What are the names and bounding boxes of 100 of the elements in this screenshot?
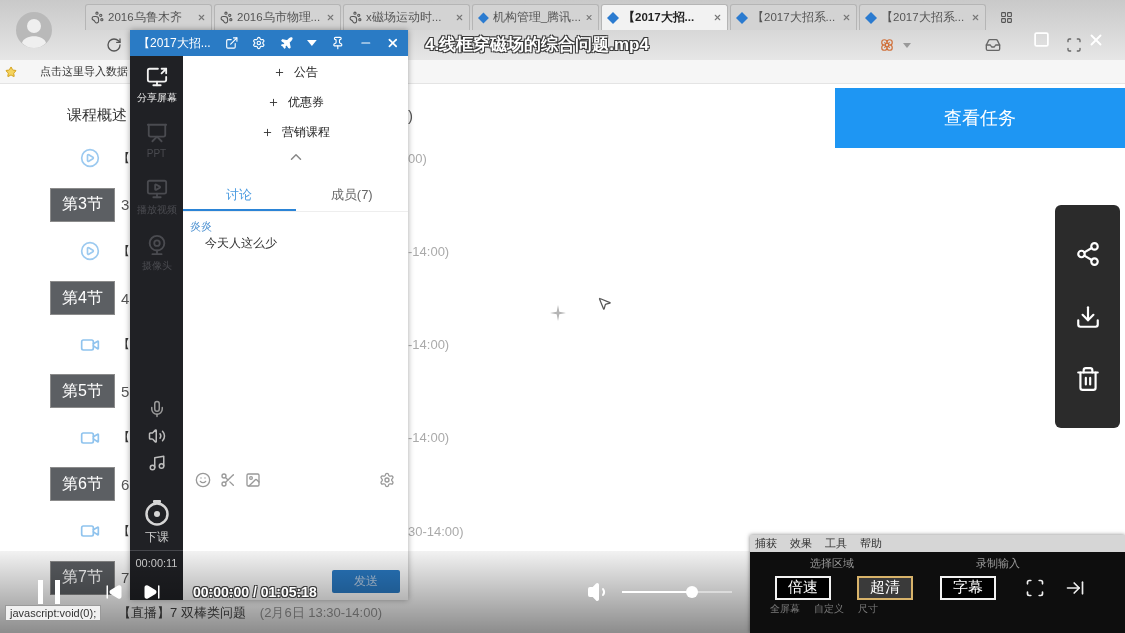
area-option[interactable]: 全屏幕 [770, 602, 800, 616]
browser-tab[interactable]: 【2017大招... [601, 4, 728, 30]
browser-tab[interactable]: x磁场运动时... [343, 4, 470, 30]
section-number: 5 [121, 382, 130, 400]
music-icon[interactable] [147, 454, 166, 472]
add-item-button[interactable]: 公告 [269, 57, 322, 87]
volume-thumb[interactable] [686, 586, 699, 598]
heading-tail-text: ) [408, 106, 413, 124]
browser-tab[interactable]: 【2017大招系... [730, 4, 857, 30]
diamond-icon [607, 11, 619, 24]
plus-icon [261, 126, 273, 138]
lesson-title[interactable]: 【直播】7 双棒类问题 [118, 603, 246, 622]
star-icon[interactable] [5, 65, 17, 78]
browser-tab[interactable]: 机构管理_腾讯... [472, 4, 599, 30]
lesson-title[interactable]: 【 [118, 149, 130, 167]
add-item-button[interactable]: 优惠券 [263, 87, 328, 117]
add-item-button[interactable]: 营销课程 [257, 117, 334, 147]
pin-icon[interactable] [331, 36, 345, 50]
scan-icon[interactable] [1066, 37, 1082, 53]
lesson-title[interactable]: 【 [118, 522, 130, 540]
screen-share-icon [145, 66, 168, 88]
download-icon[interactable] [1074, 303, 1101, 330]
flower-icon[interactable] [880, 38, 894, 52]
paw-icon [220, 11, 233, 24]
frame-icon[interactable] [1025, 577, 1045, 598]
browser-tab[interactable]: 【2017大招系... [859, 4, 986, 30]
menu-item[interactable]: 帮助 [860, 536, 882, 551]
group-heading: 选择区域 [810, 555, 854, 571]
message-author: 炎炎 [190, 219, 212, 234]
speaker-icon[interactable] [147, 427, 166, 445]
section-tag: 第6节 [50, 467, 115, 502]
plane-icon[interactable] [279, 36, 294, 50]
close-icon[interactable] [842, 13, 851, 22]
grid-icon[interactable] [1000, 11, 1013, 24]
close-icon[interactable] [386, 36, 400, 50]
sidebar-tool[interactable]: 分享屏幕 [130, 62, 183, 118]
lesson-title[interactable]: 【 [118, 336, 130, 354]
share-icon[interactable] [1074, 241, 1101, 268]
section-tag: 第5节 [50, 374, 115, 409]
scissors-icon[interactable] [220, 472, 236, 488]
recorder-option-button[interactable]: 倍速 [775, 575, 831, 600]
end-class-button[interactable]: 下课 [143, 500, 170, 546]
stopwatch-icon [143, 500, 170, 526]
section-number: 7 [121, 569, 130, 587]
next-icon[interactable] [143, 583, 161, 601]
section-tag: 第3节 [50, 187, 115, 222]
trash-icon[interactable] [1074, 365, 1101, 392]
menu-item[interactable]: 捕获 [755, 536, 777, 551]
paw-icon [349, 11, 362, 24]
caret-icon[interactable] [307, 40, 318, 46]
diamond-icon [478, 11, 489, 24]
section-number: 6 [121, 475, 130, 493]
plus-icon [273, 66, 285, 78]
message-text: 今天人这么少 [204, 235, 277, 252]
menu-item[interactable]: 效果 [790, 536, 812, 551]
paw-icon [91, 11, 104, 24]
playback-time: 00:00:00 / 01:05:18 [193, 584, 317, 600]
tray-icon[interactable] [985, 37, 1001, 53]
close-icon[interactable] [326, 13, 335, 22]
recorder-option-button[interactable]: 超清 [857, 575, 913, 600]
menu-item[interactable]: 工具 [825, 536, 847, 551]
panel-title: 【2017大招... [138, 34, 211, 52]
lesson-time: -14:00) [408, 430, 450, 446]
monitor-play-icon [145, 178, 168, 200]
close-icon[interactable] [713, 13, 722, 22]
recorder-option-button[interactable]: 字幕 [940, 575, 996, 600]
emoji-icon[interactable] [195, 472, 211, 488]
group-heading: 录制输入 [976, 555, 1020, 571]
presentation-icon [145, 122, 168, 144]
video-title: 4.线框穿磁场的综合问题.mp4 [425, 33, 649, 56]
pause-icon[interactable] [38, 580, 60, 604]
lesson-title[interactable]: 【 [118, 429, 130, 447]
bookmark-link[interactable]: 点击这里导入数据 [40, 64, 128, 79]
close-icon[interactable] [197, 13, 206, 22]
image-icon[interactable] [245, 472, 261, 488]
area-option[interactable]: 尺寸 [858, 602, 878, 616]
settings-icon[interactable] [379, 472, 395, 488]
lesson-title[interactable]: 【 [118, 243, 130, 260]
play-circle-icon [80, 241, 100, 262]
close-icon[interactable] [971, 13, 980, 22]
section-number: 3 [121, 196, 130, 214]
refresh-icon[interactable] [106, 37, 122, 53]
browser-tab[interactable]: 2016乌市物理... [214, 4, 341, 30]
panel-tab[interactable]: 成员(7) [295, 181, 408, 211]
close-icon[interactable] [455, 13, 464, 22]
plus-icon [267, 96, 279, 108]
lesson-time: 30-14:00) [408, 523, 464, 539]
mouse-pointer-icon [597, 296, 612, 311]
diamond-icon [736, 11, 748, 24]
status-url-tooltip: javascript:void(0); [5, 605, 102, 621]
play-circle-icon [80, 148, 100, 169]
caret-icon[interactable] [903, 42, 911, 48]
section-number: 4 [121, 289, 130, 307]
previous-icon[interactable] [105, 583, 123, 601]
overview-tab[interactable]: 课程概述 [67, 105, 127, 125]
area-option[interactable]: 自定义 [814, 602, 844, 616]
close-icon[interactable] [584, 13, 593, 22]
section-tag: 第4节 [50, 281, 115, 316]
browser-tab[interactable]: 2016乌鲁木齐 [85, 4, 212, 30]
lesson-time: 00) [408, 150, 427, 166]
